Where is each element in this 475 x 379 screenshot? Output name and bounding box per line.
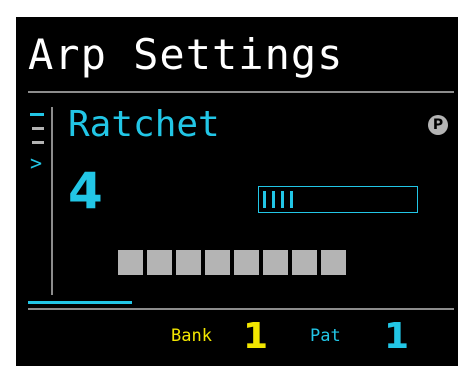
chevron-right-icon: > [30,151,43,175]
pattern-value[interactable]: 1 [384,315,409,359]
parameter-level-bar[interactable] [258,186,418,213]
menu-position-indicator-active [30,113,44,116]
title-divider [28,91,454,93]
step-cell[interactable] [321,250,346,275]
page-title: Arp Settings [28,30,344,79]
step-cell[interactable] [263,250,288,275]
level-tick [272,191,275,208]
step-cell[interactable] [147,250,172,275]
menu-position-indicator [32,127,44,130]
bank-label: Bank [171,326,212,346]
step-cell[interactable] [292,250,317,275]
level-tick [263,191,266,208]
footer-position-indicator [28,301,132,304]
parameter-value: 4 [68,162,103,220]
menu-position-indicator [32,141,44,144]
step-sequence [118,250,346,275]
parameter-name: Ratchet [68,104,220,145]
p-badge-icon: P [428,115,448,135]
step-cell[interactable] [176,250,201,275]
footer-divider [28,308,454,310]
step-cell[interactable] [205,250,230,275]
level-tick [290,191,293,208]
bank-value[interactable]: 1 [243,315,268,359]
level-tick [281,191,284,208]
pattern-label: Pat [310,326,341,346]
step-cell[interactable] [234,250,259,275]
device-screen: Arp Settings > Ratchet P 4 Bank 1 Pat 1 [16,17,458,366]
side-divider [51,107,53,295]
step-cell[interactable] [118,250,143,275]
parameter-level-fill [263,191,293,208]
